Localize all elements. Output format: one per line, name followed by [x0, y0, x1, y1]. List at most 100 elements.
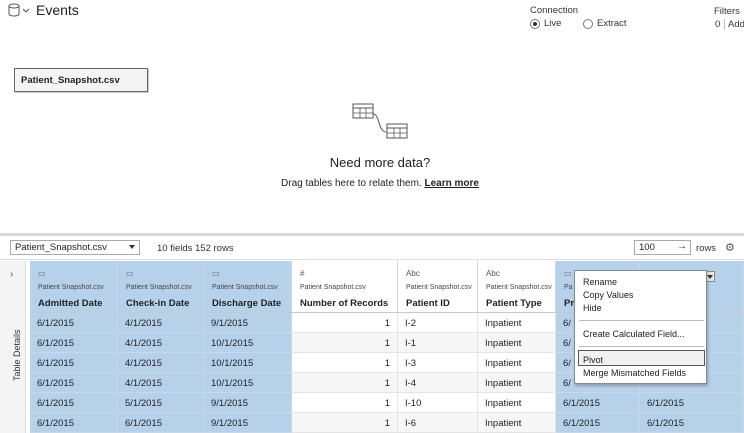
table-cell[interactable]: Inpatient: [478, 313, 556, 333]
table-cell[interactable]: 10/1/2015: [204, 353, 292, 373]
table-cell[interactable]: I-3: [398, 353, 478, 373]
table-cell[interactable]: I-2: [398, 313, 478, 333]
menu-rename[interactable]: Rename: [583, 277, 617, 287]
menu-pivot[interactable]: Pivot: [583, 355, 603, 365]
menu-create-calculated-field[interactable]: Create Calculated Field...: [583, 329, 685, 339]
chevron-right-icon[interactable]: ›: [10, 269, 13, 280]
column-name[interactable]: Patient Type: [486, 298, 542, 309]
rows-label: rows: [696, 243, 717, 254]
table-cell[interactable]: 6/1/2015: [30, 413, 118, 433]
field-type-icon[interactable]: ▭: [564, 269, 572, 278]
field-type-icon[interactable]: Abc: [486, 269, 500, 278]
table-chip[interactable]: Patient_Snapshot.csv: [14, 68, 148, 92]
table-cell[interactable]: I-1: [398, 333, 478, 353]
column-header[interactable]: ▭ Patient Snapshot.csv Discharge Date: [204, 261, 292, 313]
table-cell[interactable]: 6/1/2015: [640, 393, 744, 413]
table-cell[interactable]: 6/1/2015: [640, 413, 744, 433]
connection-live-option[interactable]: Live: [530, 18, 561, 29]
column-name[interactable]: Patient ID: [406, 298, 450, 309]
table-cell[interactable]: Inpatient: [478, 353, 556, 373]
table-cell[interactable]: Inpatient: [478, 373, 556, 393]
fields-info: 10 fields 152 rows: [157, 243, 234, 254]
column-header[interactable]: # Patient Snapshot.csv Number of Records: [292, 261, 398, 313]
field-type-icon[interactable]: ▭: [212, 269, 220, 278]
extract-label: Extract: [597, 18, 627, 29]
table-details-label: Table Details: [12, 329, 22, 381]
field-type-icon[interactable]: ▭: [126, 269, 134, 278]
column-header[interactable]: Abc Patient Snapshot.csv Patient Type: [478, 261, 556, 313]
gear-icon[interactable]: ⚙: [725, 241, 735, 254]
drag-hint: Drag tables here to relate them. Learn m…: [0, 178, 744, 189]
datasource-select[interactable]: Patient_Snapshot.csv: [10, 240, 140, 255]
column-name[interactable]: Pr: [564, 298, 574, 309]
table-cell[interactable]: 9/1/2015: [204, 313, 292, 333]
grid-column[interactable]: ▭ Patient Snapshot.csv Discharge Date 9/1/2…: [204, 261, 292, 433]
menu-copy-values[interactable]: Copy Values: [583, 290, 633, 300]
connection-extract-option[interactable]: Extract: [583, 18, 627, 29]
datasource-select-value: Patient_Snapshot.csv: [15, 242, 107, 253]
datasource-cylinder-icon[interactable]: [8, 3, 30, 17]
table-cell[interactable]: 1: [292, 333, 398, 353]
grid-column[interactable]: Abc Patient Snapshot.csv Patient ID I-2 I-1 I…: [398, 261, 478, 433]
drag-hint-text: Drag tables here to relate them.: [281, 178, 422, 189]
grid-toolbar: Patient_Snapshot.csv 10 fields 152 rows …: [0, 236, 744, 260]
table-cell[interactable]: 9/1/2015: [204, 413, 292, 433]
table-details-sidebar[interactable]: › Table Details: [0, 261, 26, 433]
live-radio[interactable]: [530, 18, 540, 29]
table-cell[interactable]: 1: [292, 313, 398, 333]
table-cell[interactable]: 6/1/2015: [30, 333, 118, 353]
table-cell[interactable]: 10/1/2015: [204, 333, 292, 353]
table-cell[interactable]: 6/1/2015: [30, 373, 118, 393]
table-cell[interactable]: 4/1/2015: [118, 313, 204, 333]
table-cell[interactable]: Inpatient: [478, 333, 556, 353]
table-cell[interactable]: 1: [292, 373, 398, 393]
grid-column[interactable]: ▭ Patient Snapshot.csv Admitted Date 6/1/20…: [30, 261, 118, 433]
filters-label: Filters: [714, 6, 740, 17]
field-type-icon[interactable]: #: [300, 269, 304, 278]
table-cell[interactable]: 6/1/2015: [556, 393, 640, 413]
learn-more-link[interactable]: Learn more: [424, 178, 478, 189]
field-type-icon[interactable]: ▭: [38, 269, 46, 278]
table-cell[interactable]: 5/1/2015: [118, 393, 204, 413]
table-cell[interactable]: 4/1/2015: [118, 353, 204, 373]
grid-column[interactable]: ▭ Patient Snapshot.csv Check-in Date 4/1/20…: [118, 261, 204, 433]
column-header[interactable]: ▭ Patient Snapshot.csv Admitted Date: [30, 261, 118, 313]
table-cell[interactable]: 6/1/2015: [118, 413, 204, 433]
table-cell[interactable]: 4/1/2015: [118, 333, 204, 353]
table-cell[interactable]: 1: [292, 413, 398, 433]
table-cell[interactable]: 4/1/2015: [118, 373, 204, 393]
column-name[interactable]: Discharge Date: [212, 298, 281, 309]
menu-separator: [579, 320, 704, 321]
column-name[interactable]: Admitted Date: [38, 298, 102, 309]
table-cell[interactable]: 6/1/2015: [30, 393, 118, 413]
relate-tables-icon: [352, 103, 408, 139]
column-header[interactable]: Abc Patient Snapshot.csv Patient ID: [398, 261, 478, 313]
table-cell[interactable]: 6/1/2015: [30, 313, 118, 333]
column-name[interactable]: Check-in Date: [126, 298, 189, 309]
field-type-icon[interactable]: Abc: [406, 269, 420, 278]
table-cell[interactable]: I-6: [398, 413, 478, 433]
grid-column[interactable]: # Patient Snapshot.csv Number of Records 1 1…: [292, 261, 398, 433]
table-cell[interactable]: 1: [292, 393, 398, 413]
rows-go-arrow-icon[interactable]: →: [677, 241, 687, 252]
menu-hide[interactable]: Hide: [583, 303, 602, 313]
table-cell[interactable]: I-10: [398, 393, 478, 413]
live-label: Live: [544, 18, 562, 29]
filters-separator: [724, 19, 725, 30]
table-cell[interactable]: I-4: [398, 373, 478, 393]
column-name[interactable]: Number of Records: [300, 298, 388, 309]
table-cell[interactable]: 9/1/2015: [204, 393, 292, 413]
table-cell[interactable]: Inpatient: [478, 393, 556, 413]
column-header[interactable]: ▭ Patient Snapshot.csv Check-in Date: [118, 261, 204, 313]
menu-merge-mismatched-fields[interactable]: Merge Mismatched Fields: [583, 368, 686, 378]
grid-column[interactable]: Abc Patient Snapshot.csv Patient Type Inpat…: [478, 261, 556, 433]
table-cell[interactable]: Inpatient: [478, 413, 556, 433]
table-cell[interactable]: 10/1/2015: [204, 373, 292, 393]
extract-radio[interactable]: [583, 18, 593, 29]
table-cell[interactable]: 6/1/2015: [30, 353, 118, 373]
table-cell[interactable]: 6/1/2015: [556, 413, 640, 433]
filters-add-link[interactable]: Add: [728, 19, 744, 30]
rows-input[interactable]: 100 →: [634, 240, 691, 255]
datasource-title[interactable]: Events: [36, 2, 79, 18]
table-cell[interactable]: 1: [292, 353, 398, 373]
